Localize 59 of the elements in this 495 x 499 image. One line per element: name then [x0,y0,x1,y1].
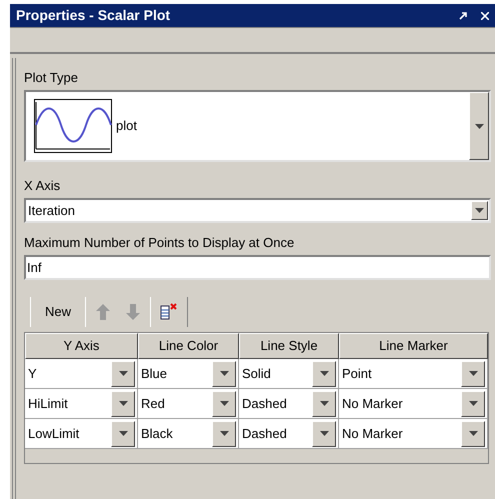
dropdown-button[interactable] [212,390,236,416]
plot-type-dropdown[interactable]: plot [24,90,491,162]
caret-icon [220,371,228,376]
caret-icon [220,401,228,406]
table-cell-dropdown[interactable]: HiLimit [25,389,138,418]
dropdown-button[interactable] [212,420,236,446]
dropdown-button[interactable] [469,92,489,160]
up-arrow-icon [96,304,110,320]
dropdown-button[interactable] [461,360,485,386]
max-points-field[interactable]: Inf [24,255,491,280]
caret-icon [475,208,484,213]
dropdown-button[interactable] [111,360,135,386]
table-cell-dropdown[interactable]: Black [138,419,239,448]
table-cell-dropdown[interactable]: Dashed [239,389,339,418]
field-label: Plot Type [24,69,79,87]
dropdown-button[interactable] [312,420,336,446]
x-axis-dropdown[interactable]: Iteration [24,198,491,223]
dropdown-button[interactable] [312,390,336,416]
dropdown-button[interactable] [461,390,485,416]
table-cell-dropdown[interactable]: Solid [239,359,339,388]
sine-plot-icon [34,99,112,153]
caret-icon [118,401,128,406]
dropdown-button[interactable] [312,360,336,386]
close-icon[interactable] [481,12,489,20]
table-cell-dropdown[interactable]: No Marker [339,389,488,418]
column-header[interactable]: Line Color [138,333,239,359]
window-title: Properties - Scalar Plot [16,6,170,25]
dropdown-button[interactable] [111,420,135,446]
table-cell-dropdown[interactable]: LowLimit [25,419,138,448]
table-cell-dropdown[interactable]: Point [339,359,488,388]
plot-type-value: plot [116,117,137,136]
table-cell-dropdown[interactable]: Blue [138,359,239,388]
delete-row-icon [160,303,178,321]
column-header[interactable]: Y Axis [25,333,138,359]
undock-icon[interactable] [459,12,467,20]
caret-icon [468,371,478,376]
caret-icon [468,431,478,436]
new-button[interactable]: New [33,297,84,327]
caret-icon [220,431,228,436]
field-label: X Axis [24,177,62,195]
caret-icon [320,401,328,406]
dropdown-button[interactable] [111,390,135,416]
column-header[interactable]: Line Style [239,333,339,359]
caret-icon [474,124,484,128]
dropdown-button[interactable] [461,420,485,446]
table-cell-dropdown[interactable]: Dashed [239,419,339,448]
dropdown-button[interactable] [471,201,488,220]
table-cell-dropdown[interactable]: Y [25,359,138,388]
down-arrow-icon [126,304,140,320]
dropdown-button[interactable] [212,360,236,386]
caret-icon [118,431,128,436]
column-header[interactable]: Line Marker [339,333,488,359]
caret-icon [320,371,328,376]
table-cell-dropdown[interactable]: Red [138,389,239,418]
table-cell-dropdown[interactable]: No Marker [339,419,488,448]
caret-icon [468,401,478,406]
field-label: Maximum Number of Points to Display at Once [24,234,296,252]
caret-icon [320,431,328,436]
caret-icon [118,371,128,376]
